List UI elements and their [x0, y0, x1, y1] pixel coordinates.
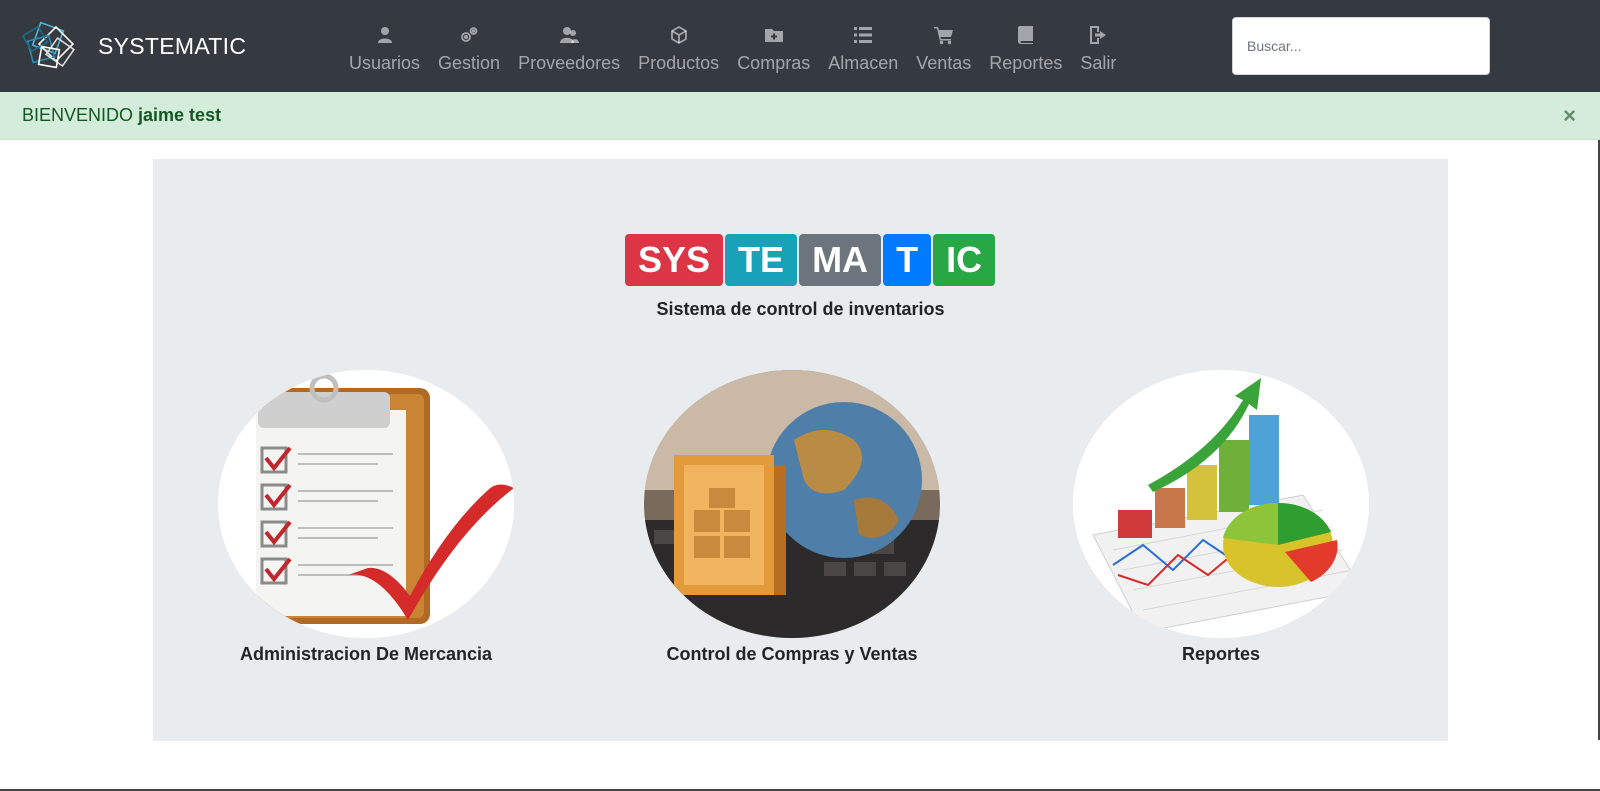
main-nav: Usuarios Gestion Proveedores Productos C… [340, 0, 1125, 92]
nav-label: Reportes [989, 52, 1063, 73]
brand[interactable]: SYSTEMATIC [22, 16, 246, 76]
exit-door-icon [1090, 25, 1107, 44]
nav-item-reportes[interactable]: Reportes [980, 0, 1071, 92]
box-icon [670, 25, 687, 44]
nav-label: Salir [1080, 52, 1117, 73]
chart-report-icon[interactable] [1073, 370, 1369, 638]
nav-item-ventas[interactable]: Ventas [907, 0, 980, 92]
card-caption[interactable]: Administracion De Mercancia [240, 644, 492, 665]
page-subtitle: Sistema de control de inventarios [656, 299, 945, 319]
nav-label: Compras [737, 52, 811, 73]
folder-plus-icon [764, 28, 783, 42]
user-icon [377, 26, 392, 43]
nav-label: Usuarios [349, 52, 421, 73]
systematic-logo: SYS TE MA T IC [625, 234, 997, 286]
card-compras-ventas[interactable]: Control de Compras y Ventas [644, 370, 940, 665]
logo-segment-ma: MA [799, 234, 882, 286]
nav-item-proveedores[interactable]: Proveedores [509, 0, 629, 92]
card-reportes[interactable]: Reportes [1073, 370, 1369, 665]
close-icon[interactable]: × [1563, 103, 1576, 129]
nav-item-almacen[interactable]: Almacen [819, 0, 907, 92]
nav-item-gestion[interactable]: Gestion [429, 0, 509, 92]
welcome-prefix: BIENVENIDO [22, 105, 134, 125]
card-caption[interactable]: Control de Compras y Ventas [666, 644, 917, 665]
card-mercancia[interactable]: Administracion De Mercancia [218, 370, 514, 665]
logo-segment-t: T [883, 234, 932, 286]
list-icon [854, 26, 873, 43]
card-caption[interactable]: Reportes [1182, 644, 1260, 665]
nav-item-usuarios[interactable]: Usuarios [340, 0, 429, 92]
nav-label: Gestion [438, 52, 501, 73]
logo-segment-te: TE [725, 234, 798, 286]
nav-label: Productos [638, 52, 720, 73]
gears-icon [461, 26, 478, 42]
brand-name: SYSTEMATIC [98, 32, 247, 59]
book-icon [1017, 25, 1033, 44]
logo-segment-sys: SYS [625, 234, 724, 286]
nav-label: Ventas [916, 52, 972, 73]
welcome-user: jaime test [138, 105, 222, 125]
nav-item-productos[interactable]: Productos [629, 0, 728, 92]
jumbotron: SYS TE MA T IC Sistema de control de inv… [153, 159, 1448, 741]
nav-label: Proveedores [518, 52, 621, 73]
nav-item-compras[interactable]: Compras [728, 0, 819, 92]
clipboard-checklist-icon[interactable] [218, 370, 514, 638]
globe-container-icon[interactable] [644, 370, 940, 638]
nav-item-salir[interactable]: Salir [1071, 0, 1125, 92]
nav-label: Almacen [828, 52, 899, 73]
logo-segment-ic: IC [933, 234, 996, 286]
user-group-icon [560, 26, 580, 43]
search-input[interactable] [1232, 17, 1490, 75]
welcome-alert: BIENVENIDO jaime test × [0, 92, 1600, 140]
cart-icon [933, 26, 953, 44]
diamond-logo-icon [22, 21, 76, 69]
navbar: SYSTEMATIC Usuarios Gestion Proveedores [0, 0, 1600, 92]
